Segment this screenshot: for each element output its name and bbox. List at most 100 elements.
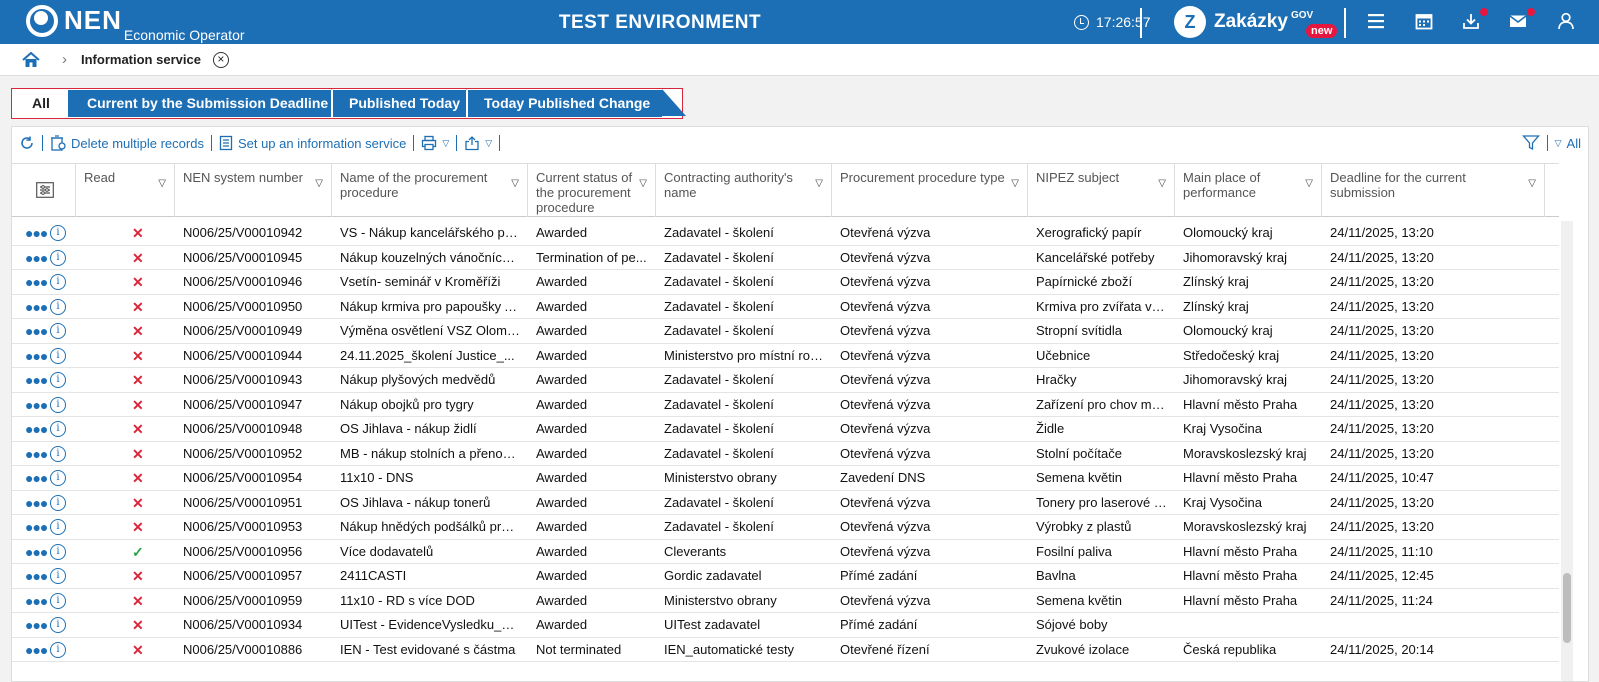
info-icon[interactable]: i [50,494,66,511]
tab-published-today[interactable]: Published Today [331,90,466,117]
procedure-name-cell[interactable]: Nákup krmiva pro papoušky A... [332,295,528,319]
more-actions-icon[interactable]: ●●● [25,300,48,314]
info-icon[interactable]: i [50,372,66,388]
table-row[interactable]: ●●● i ✕ N006/25/V00010943 Nákup plyšových me… [12,368,1559,393]
more-actions-icon[interactable]: ●●● [25,447,48,461]
more-actions-icon[interactable]: ●●● [25,643,48,657]
print-button[interactable]: ▽ [414,135,456,151]
info-icon[interactable]: i [50,470,66,486]
info-icon[interactable]: i [50,249,66,266]
info-icon[interactable]: i [50,396,66,413]
column-filter-icon[interactable]: ▽ [1528,176,1536,191]
table-row[interactable]: ●●● i ✕ N006/25/V00010934 UITest - EvidenceV… [12,613,1559,638]
info-icon[interactable]: i [50,519,66,535]
export-button[interactable]: ▽ [457,135,499,151]
procedure-name-cell[interactable]: OS Jihlava - nákup židlí [332,417,528,441]
info-icon[interactable]: i [50,617,66,633]
more-actions-icon[interactable]: ●●● [25,545,48,559]
table-row[interactable]: ●●● i ✕ N006/25/V00010957 2411CASTI Awarded Go… [12,564,1559,589]
more-actions-icon[interactable]: ●●● [25,618,48,632]
info-icon[interactable]: i [50,641,66,658]
table-row[interactable]: ●●● i ✕ N006/25/V00010952 MB - nákup stolníc… [12,442,1559,466]
more-actions-icon[interactable]: ●●● [25,422,48,436]
info-icon[interactable]: i [50,592,66,609]
procedure-name-cell[interactable]: Výměna osvětlení VSZ Olomo... [332,319,528,343]
setup-information-service-button[interactable]: Set up an information service [212,135,413,151]
table-row[interactable]: ●●● i ✕ N006/25/V00010945 Nákup kouzelných v… [12,246,1559,270]
filter-button[interactable] [1515,134,1547,152]
saved-filter-select[interactable]: ▽ All [1548,136,1588,151]
column-filter-icon[interactable]: ▽ [158,176,166,191]
user-icon[interactable] [1556,11,1578,33]
info-icon[interactable]: i [50,298,66,315]
column-filter-icon[interactable]: ▽ [815,176,823,191]
table-row[interactable]: ●●● i ✕ N006/25/V00010886 IEN - Test evidova… [12,638,1559,662]
more-actions-icon[interactable]: ●●● [25,349,48,363]
info-icon[interactable]: i [50,543,66,560]
column-header-nen-system-number[interactable]: NEN system number ▽ [175,164,332,217]
procedure-name-cell[interactable]: VS - Nákup kancelářského pa... [332,221,528,245]
column-filter-icon[interactable]: ▽ [1011,176,1019,191]
table-row[interactable]: ●●● i ✓ N006/25/V00010956 Více dodavatelů Awa… [12,540,1559,564]
tab-all[interactable]: All [14,90,70,117]
column-filter-icon[interactable]: ▽ [1305,176,1313,191]
download-icon[interactable] [1461,11,1483,33]
table-row[interactable]: ●●● i ✕ N006/25/V00010949 Výměna osvětlení V… [12,319,1559,344]
more-actions-icon[interactable]: ●●● [25,520,48,534]
table-row[interactable]: ●●● i ✕ N006/25/V00010959 11x10 - RD s více … [12,589,1559,613]
table-row[interactable]: ●●● i ✕ N006/25/V00010953 Nákup hnědých podš… [12,515,1559,540]
more-actions-icon[interactable]: ●●● [25,594,48,608]
procedure-name-cell[interactable]: 24.11.2025_školení Justice_... [332,344,528,368]
column-header-current-status[interactable]: Current status of the procurement proced… [528,164,656,217]
more-actions-icon[interactable]: ●●● [25,324,48,338]
procedure-name-cell[interactable]: 11x10 - DNS [332,466,528,490]
procedure-name-cell[interactable]: 11x10 - RD s více DOD [332,589,528,613]
column-header-read[interactable]: Read ▽ [76,164,175,217]
table-row[interactable]: ●●● i ✕ N006/25/V00010946 Vsetín- seminář v … [12,270,1559,295]
procedure-name-cell[interactable]: IEN - Test evidované s částma [332,638,528,662]
zakazky-gov-link[interactable]: Z Zakázky GOV new [1174,6,1338,38]
more-actions-icon[interactable]: ●●● [25,496,48,510]
more-actions-icon[interactable]: ●●● [25,471,48,485]
delete-multiple-button[interactable]: Delete multiple records [43,135,211,151]
info-icon[interactable]: i [50,445,66,462]
info-icon[interactable]: i [50,568,66,584]
procedure-name-cell[interactable]: Nákup hnědých podšálků pro ... [332,515,528,539]
column-filter-icon[interactable]: ▽ [511,176,519,191]
more-actions-icon[interactable]: ●●● [25,275,48,289]
procedure-name-cell[interactable]: Nákup kouzelných vánočních ... [332,246,528,270]
procedure-name-cell[interactable]: Více dodavatelů [332,540,528,564]
info-icon[interactable]: i [50,421,66,437]
column-header-contracting-authority[interactable]: Contracting authority's name ▽ [656,164,832,217]
procedure-name-cell[interactable]: MB - nákup stolních a přenosn... [332,442,528,466]
table-row[interactable]: ●●● i ✕ N006/25/V00010942 VS - Nákup kancelá… [12,221,1559,246]
procedure-name-cell[interactable]: 2411CASTI [332,564,528,588]
more-actions-icon[interactable]: ●●● [25,373,48,387]
tab-today-published-change[interactable]: Today Published Change [466,90,662,117]
column-settings-header[interactable] [12,164,76,217]
table-row[interactable]: ●●● i ✕ N006/25/V00010944 24.11.2025_školení… [12,344,1559,368]
procedure-name-cell[interactable]: OS Jihlava - nákup tonerů [332,491,528,515]
table-row[interactable]: ●●● i ✕ N006/25/V00010947 Nákup obojků pro t… [12,393,1559,417]
more-actions-icon[interactable]: ●●● [25,569,48,583]
info-icon[interactable]: i [50,225,66,241]
more-actions-icon[interactable]: ●●● [25,251,48,265]
procedure-name-cell[interactable]: Vsetín- seminář v Kroměříži [332,270,528,294]
menu-icon[interactable] [1366,11,1388,33]
column-header-procedure-type[interactable]: Procurement procedure type ▽ [832,164,1028,217]
procedure-name-cell[interactable]: Nákup plyšových medvědů [332,368,528,392]
procedure-name-cell[interactable]: UITest - EvidenceVysledku_1 - ... [332,613,528,637]
column-header-place-of-performance[interactable]: Main place of performance ▽ [1175,164,1322,217]
refresh-button[interactable] [12,135,42,151]
scrollbar-thumb[interactable] [1563,573,1571,643]
tab-current-by-deadline[interactable]: Current by the Submission Deadline [68,90,331,117]
column-header-procedure-name[interactable]: Name of the procurement procedure ▽ [332,164,528,217]
column-filter-icon[interactable]: ▽ [639,176,647,191]
home-icon[interactable] [22,51,40,68]
column-header-nipez-subject[interactable]: NIPEZ subject ▽ [1028,164,1175,217]
info-icon[interactable]: i [50,323,66,339]
more-actions-icon[interactable]: ●●● [25,226,48,240]
column-header-deadline[interactable]: Deadline for the current submission ▽ [1322,164,1545,217]
column-filter-icon[interactable]: ▽ [315,176,323,191]
info-icon[interactable]: i [50,274,66,290]
